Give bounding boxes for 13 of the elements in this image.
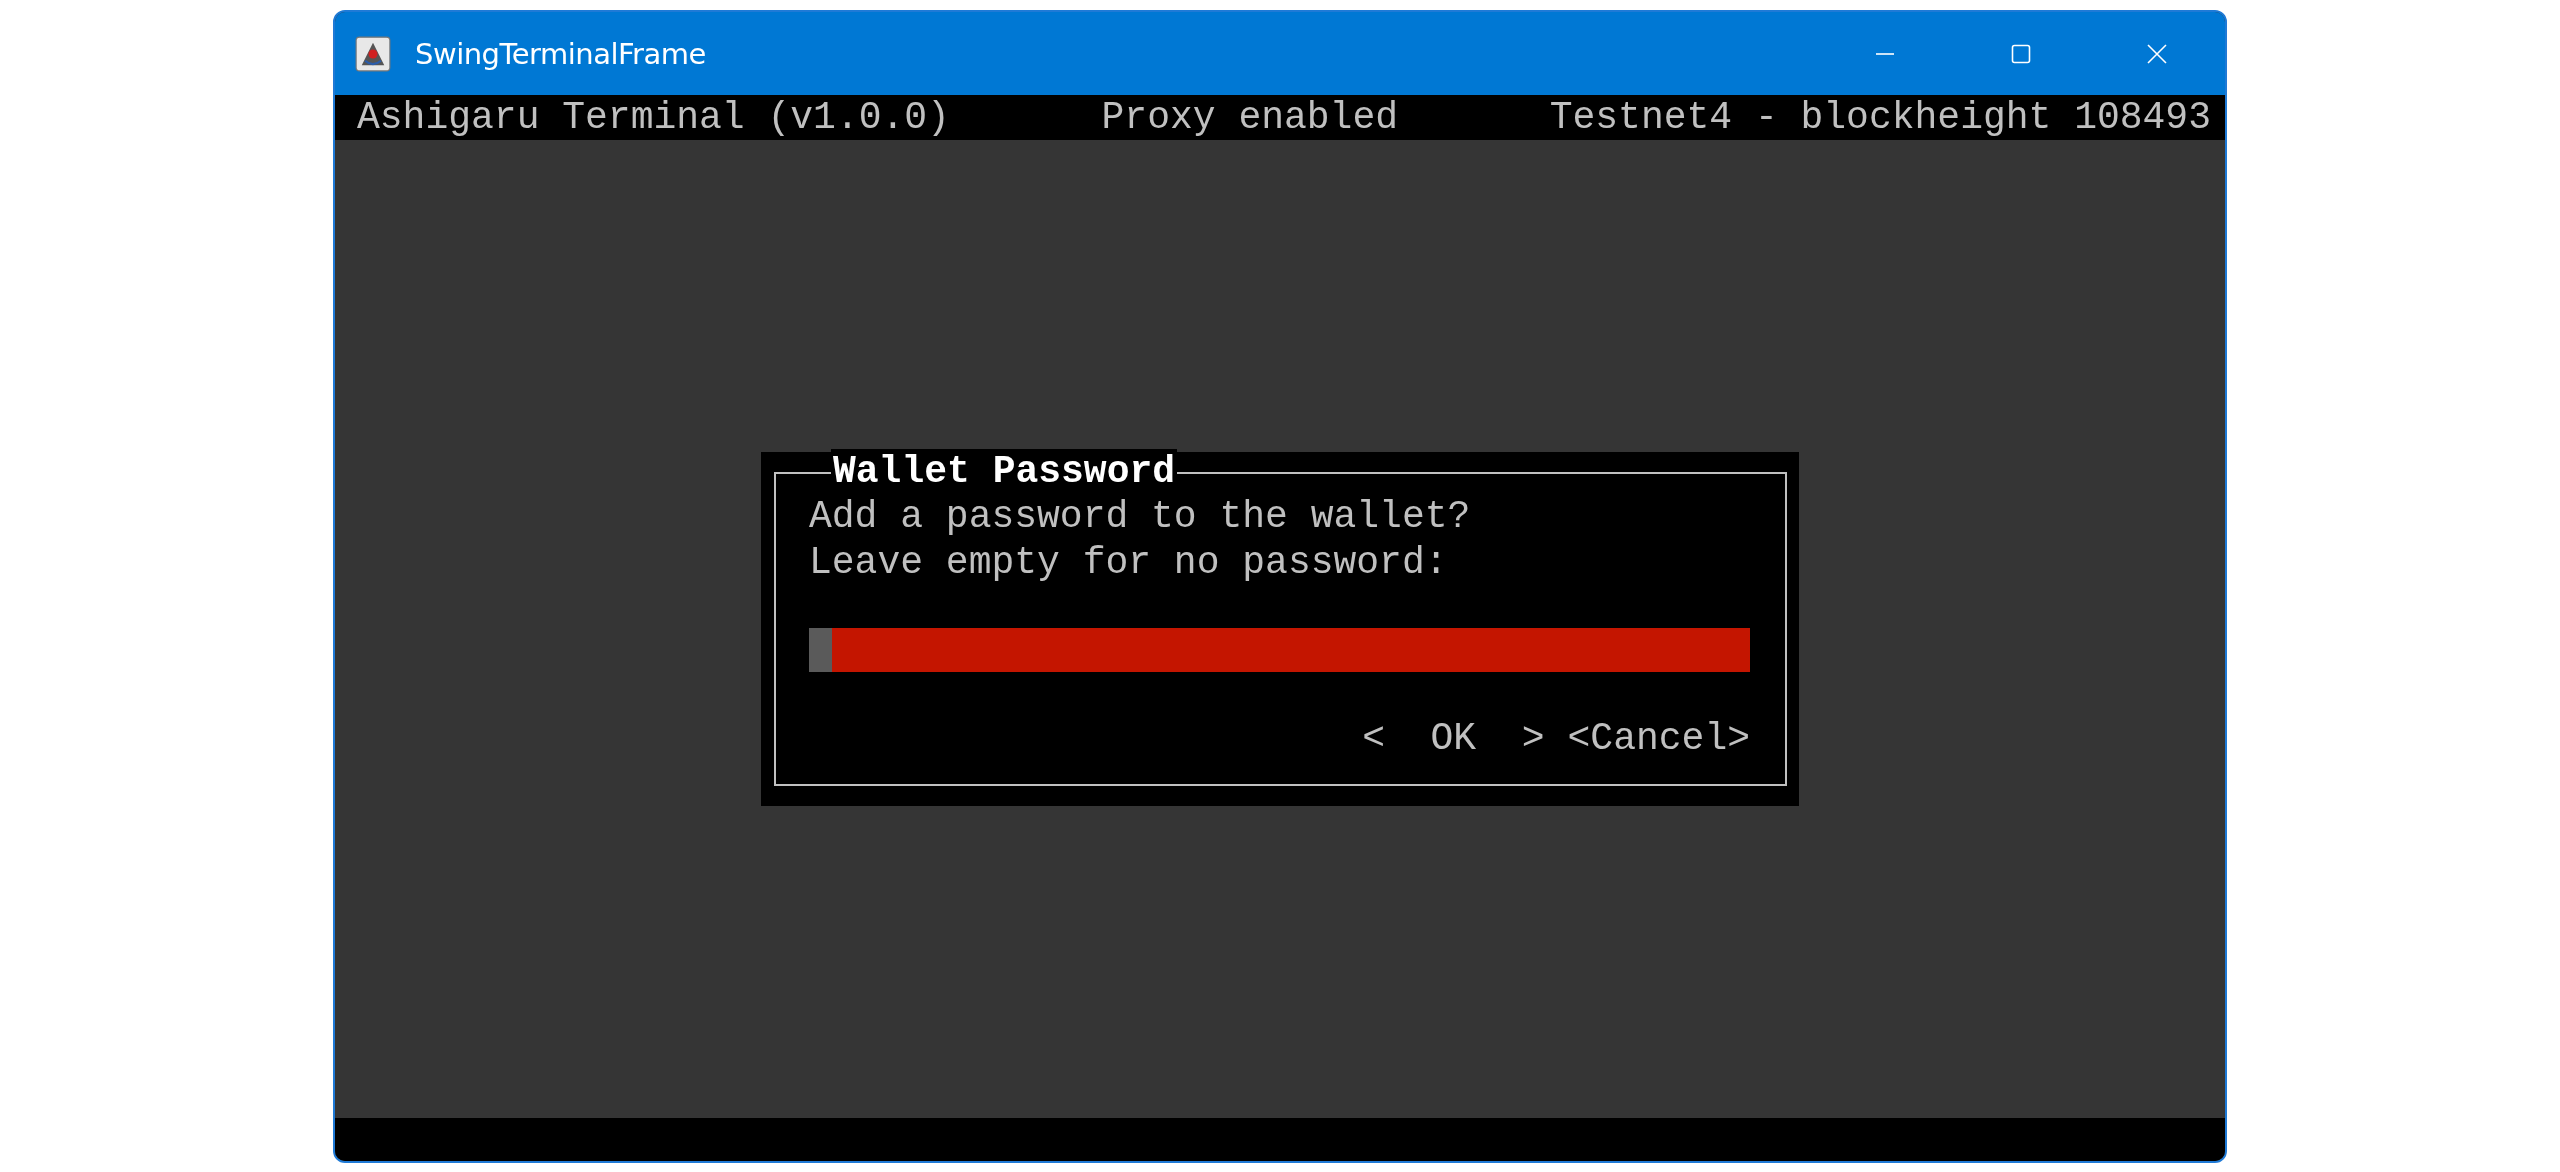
app-icon <box>355 35 391 72</box>
maximize-icon <box>2011 43 2031 64</box>
window-title: SwingTerminalFrame <box>415 36 706 71</box>
status-text: Proxy enabled <box>1101 95 1398 140</box>
cancel-button[interactable]: <Cancel> <box>1567 716 1750 762</box>
minimize-icon <box>1875 52 1895 55</box>
message-text: Add a password to the wallet? <box>809 494 1472 540</box>
ok-button[interactable]: < OK > <box>1362 716 1545 762</box>
message-text: Leave empty for no password: <box>809 540 1449 586</box>
status-text: Testnet4 - blockheight 108493 <box>1549 95 2211 140</box>
close-icon <box>2147 43 2167 64</box>
password-field[interactable] <box>809 628 1750 672</box>
status-text: Ashigaru Terminal (v1.0.0) <box>357 95 950 140</box>
